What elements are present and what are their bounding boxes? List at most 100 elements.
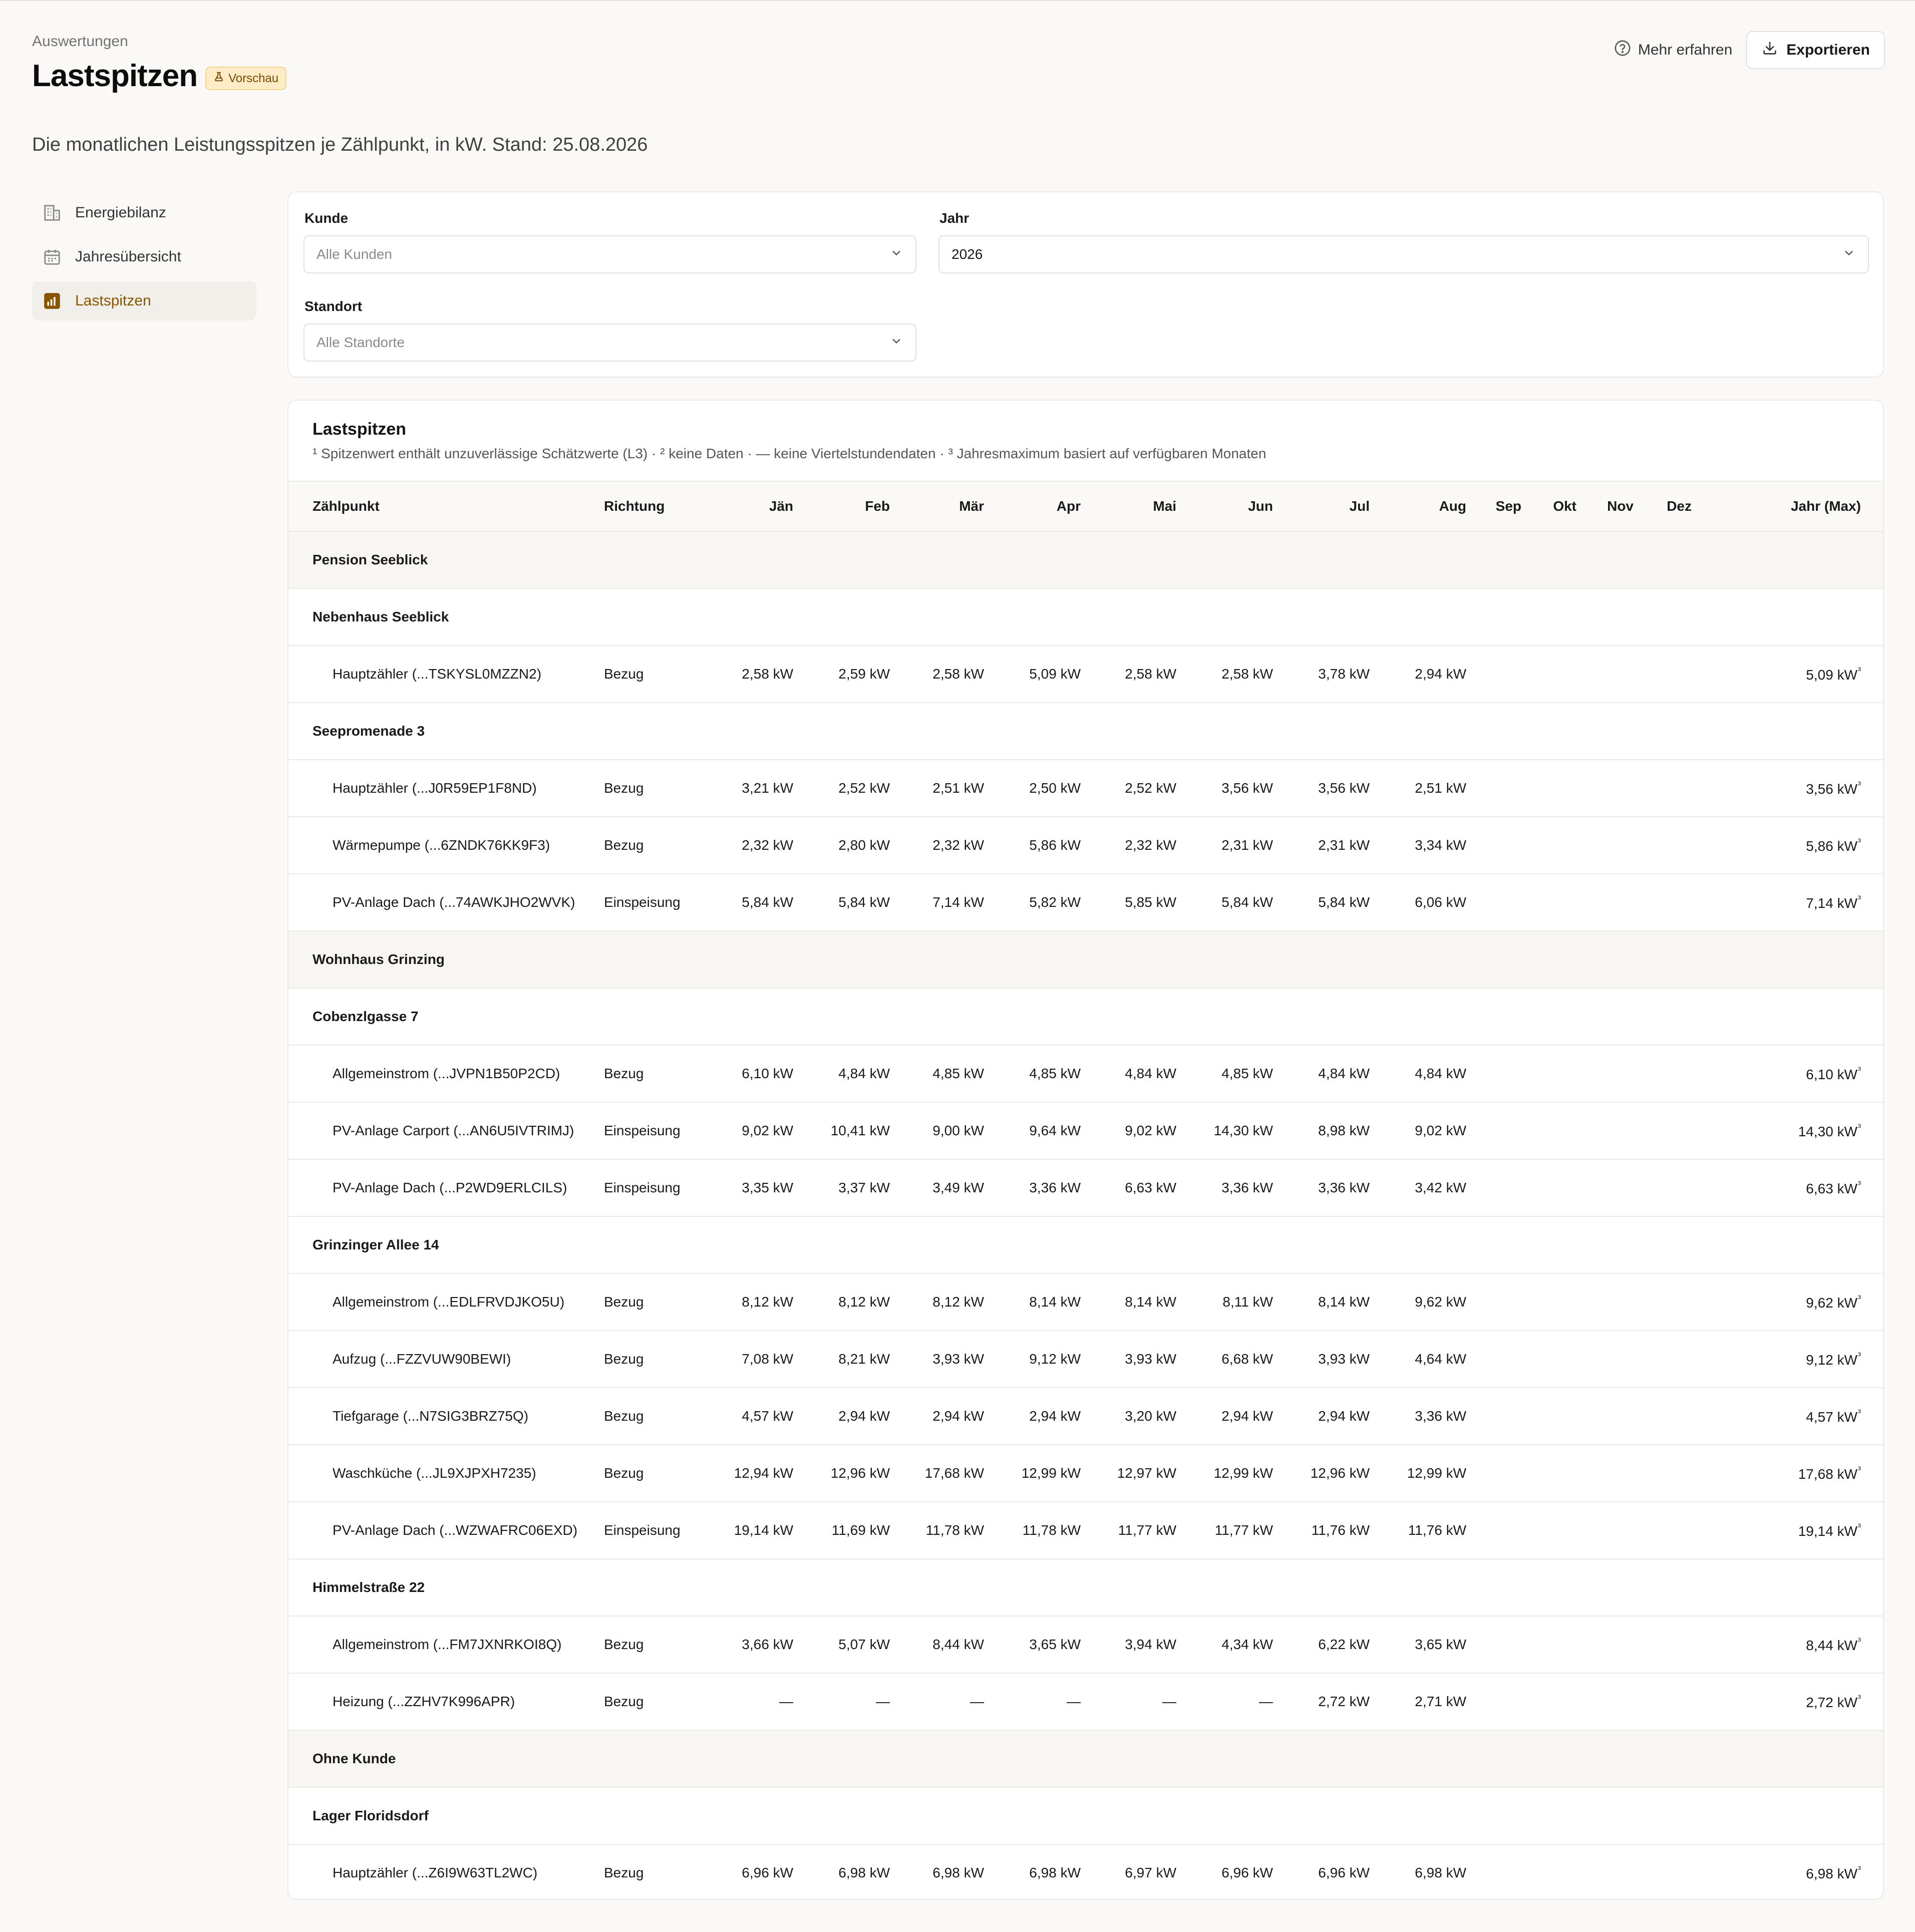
table-row: PV-Anlage Carport (...AN6U5IVTRIMJ) Einsp… bbox=[288, 1102, 1883, 1160]
annual-max-cell: 8,44 kW³ bbox=[1716, 1616, 1883, 1674]
table-row: Allgemeinstrom (...JVPN1B50P2CD) Bezug 6,1… bbox=[288, 1045, 1883, 1103]
month-value-cell: 4,84 kW bbox=[1105, 1045, 1200, 1103]
annual-max-cell: 6,98 kW³ bbox=[1716, 1844, 1883, 1899]
month-value-cell: 2,94 kW bbox=[817, 1388, 914, 1445]
table-row: PV-Anlage Dach (...WZWAFRC06EXD) Einspeis… bbox=[288, 1502, 1883, 1559]
sidebar-item-lastspitzen[interactable]: Lastspitzen bbox=[32, 281, 256, 320]
annual-max-value: 4,57 kW bbox=[1806, 1409, 1857, 1425]
month-value-cell bbox=[1490, 1331, 1545, 1388]
customer-select[interactable]: Alle Kunden bbox=[303, 235, 916, 273]
site-name: Seepromenade 3 bbox=[288, 703, 1883, 760]
month-value-cell bbox=[1601, 1616, 1658, 1674]
annual-max-value: 14,30 kW bbox=[1798, 1123, 1857, 1139]
month-value-cell: 11,77 kW bbox=[1105, 1502, 1200, 1559]
column-header: Sep bbox=[1490, 481, 1545, 532]
export-button[interactable]: Exportieren bbox=[1746, 31, 1885, 69]
annual-max-cell: 4,57 kW³ bbox=[1716, 1388, 1883, 1445]
month-value-cell: 6,96 kW bbox=[719, 1844, 817, 1899]
location-select[interactable]: Alle Standorte bbox=[303, 324, 916, 362]
learn-more-button[interactable]: Mehr erfahren bbox=[1612, 31, 1734, 69]
building-icon bbox=[42, 203, 62, 223]
meter-name: Hauptzähler (...Z6I9W63TL2WC) bbox=[288, 1844, 604, 1899]
month-value-cell bbox=[1490, 1673, 1545, 1731]
month-value-cell bbox=[1490, 1844, 1545, 1899]
meter-name: PV-Anlage Dach (...WZWAFRC06EXD) bbox=[288, 1502, 604, 1559]
month-value-cell: 11,76 kW bbox=[1394, 1502, 1490, 1559]
month-value-cell: 6,98 kW bbox=[1008, 1844, 1105, 1899]
month-value-cell: 10,41 kW bbox=[817, 1102, 914, 1160]
month-value-cell: 6,22 kW bbox=[1297, 1616, 1394, 1674]
direction-cell: Einspeisung bbox=[604, 1502, 719, 1559]
month-value-cell: 3,34 kW bbox=[1394, 817, 1490, 874]
meter-name: Allgemeinstrom (...EDLFRVDJKO5U) bbox=[288, 1273, 604, 1331]
year-select[interactable]: 2026 bbox=[938, 235, 1869, 273]
month-value-cell bbox=[1601, 1445, 1658, 1502]
meter-name: Allgemeinstrom (...JVPN1B50P2CD) bbox=[288, 1045, 604, 1103]
sidebar-item-jahresuebersicht[interactable]: Jahresübersicht bbox=[32, 237, 256, 276]
learn-more-label: Mehr erfahren bbox=[1638, 42, 1733, 58]
customer-group-row: Wohnhaus Grinzing bbox=[288, 931, 1883, 989]
year-select-value: 2026 bbox=[951, 246, 983, 262]
direction-cell: Bezug bbox=[604, 1388, 719, 1445]
month-value-cell: 3,56 kW bbox=[1200, 760, 1297, 817]
month-value-cell: 6,96 kW bbox=[1200, 1844, 1297, 1899]
month-value-cell bbox=[1490, 1102, 1545, 1160]
month-value-cell bbox=[1545, 1273, 1601, 1331]
month-value-cell: 7,08 kW bbox=[719, 1331, 817, 1388]
month-value-cell: — bbox=[1200, 1673, 1297, 1731]
customer-select-placeholder: Alle Kunden bbox=[316, 246, 393, 262]
month-value-cell: 5,84 kW bbox=[817, 874, 914, 931]
page-title: Lastspitzen bbox=[32, 59, 198, 93]
site-group-row: Nebenhaus Seeblick bbox=[288, 588, 1883, 646]
month-value-cell bbox=[1490, 646, 1545, 703]
meter-name: Wärmepumpe (...6ZNDK76KK9F3) bbox=[288, 817, 604, 874]
month-value-cell: 2,52 kW bbox=[1105, 760, 1200, 817]
month-value-cell: 3,93 kW bbox=[1297, 1331, 1394, 1388]
month-value-cell bbox=[1601, 1502, 1658, 1559]
table-row: Allgemeinstrom (...FM7JXNRKOI8Q) Bezug 3,6… bbox=[288, 1616, 1883, 1674]
month-value-cell: 3,94 kW bbox=[1105, 1616, 1200, 1674]
month-value-cell: 2,31 kW bbox=[1297, 817, 1394, 874]
customer-group-row: Pension Seeblick bbox=[288, 531, 1883, 589]
month-value-cell bbox=[1490, 760, 1545, 817]
month-value-cell bbox=[1545, 817, 1601, 874]
month-value-cell: 2,94 kW bbox=[914, 1388, 1008, 1445]
month-value-cell bbox=[1490, 1159, 1545, 1217]
month-value-cell bbox=[1545, 1159, 1601, 1217]
month-value-cell bbox=[1490, 1616, 1545, 1674]
month-value-cell: 12,99 kW bbox=[1200, 1445, 1297, 1502]
annual-max-cell: 5,86 kW³ bbox=[1716, 817, 1883, 874]
column-header: Richtung bbox=[604, 481, 719, 532]
table-row: Aufzug (...FZZVUW90BEWI) Bezug 7,08 kW 8,21… bbox=[288, 1331, 1883, 1388]
month-value-cell: 11,77 kW bbox=[1200, 1502, 1297, 1559]
month-value-cell bbox=[1545, 1616, 1601, 1674]
month-value-cell: 2,51 kW bbox=[1394, 760, 1490, 817]
meter-name: PV-Anlage Dach (...74AWKJHO2WVK) bbox=[288, 874, 604, 931]
month-value-cell: 3,36 kW bbox=[1008, 1159, 1105, 1217]
sidebar-item-energiebilanz[interactable]: Energiebilanz bbox=[32, 193, 256, 232]
month-value-cell: 4,34 kW bbox=[1200, 1616, 1297, 1674]
month-value-cell bbox=[1601, 1159, 1658, 1217]
month-value-cell: 3,36 kW bbox=[1394, 1388, 1490, 1445]
column-header: Feb bbox=[817, 481, 914, 532]
month-value-cell: 2,94 kW bbox=[1394, 646, 1490, 703]
table-row: Wärmepumpe (...6ZNDK76KK9F3) Bezug 2,32 kW… bbox=[288, 817, 1883, 874]
load-peaks-table-card: Lastspitzen ¹ Spitzenwert enthält unzuve… bbox=[287, 400, 1884, 1900]
month-value-cell: 11,69 kW bbox=[817, 1502, 914, 1559]
month-value-cell: 9,02 kW bbox=[1105, 1102, 1200, 1160]
month-value-cell bbox=[1490, 874, 1545, 931]
breadcrumb: Auswertungen bbox=[32, 33, 128, 50]
site-name: Nebenhaus Seeblick bbox=[288, 588, 1883, 646]
sidebar-item-label: Jahresübersicht bbox=[75, 248, 181, 265]
title-row: Lastspitzen Vorschau bbox=[32, 58, 287, 94]
footnote-marker: ³ bbox=[1858, 893, 1861, 904]
month-value-cell bbox=[1601, 1273, 1658, 1331]
annual-max-cell: 3,56 kW³ bbox=[1716, 760, 1883, 817]
month-value-cell bbox=[1658, 1331, 1716, 1388]
month-value-cell bbox=[1490, 1445, 1545, 1502]
column-header: Jul bbox=[1297, 481, 1394, 532]
month-value-cell bbox=[1545, 1388, 1601, 1445]
month-value-cell: 8,11 kW bbox=[1200, 1273, 1297, 1331]
month-value-cell: 2,32 kW bbox=[719, 817, 817, 874]
month-value-cell: 4,84 kW bbox=[1297, 1045, 1394, 1103]
